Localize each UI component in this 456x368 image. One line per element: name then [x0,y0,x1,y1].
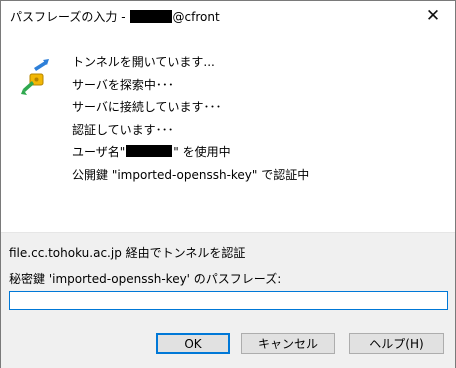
passphrase-prompt: 秘密鍵 'imported-openssh-key' のパスフレーズ: [9,272,282,286]
redacted-username [129,10,172,23]
close-icon: ✕ [425,6,441,26]
tunnel-host-text: file.cc.tohoku.ac.jp 経由でトンネルを認証 [9,246,246,260]
log-line-pubkey: 公開鍵 "imported-openssh-key" で認証中 [72,167,310,182]
user-label-prefix: ユーザ名" [72,145,126,159]
close-button[interactable]: ✕ [411,1,455,31]
window-title-suffix: @cfront [172,9,220,24]
cancel-button[interactable]: キャンセル [241,333,335,354]
log-line-user: ユーザ名" " を使用中 [72,141,309,164]
passphrase-dialog: パスフレーズの入力 - @cfront ✕ トンネルを開いています... サーバ… [0,0,456,368]
connection-log: トンネルを開いています... サーバを探索中･･･ サーバに接続しています･･･… [72,51,309,186]
title-bar: パスフレーズの入力 - @cfront ✕ [1,1,455,31]
ok-button[interactable]: OK [156,333,230,354]
log-line: サーバに接続しています･･･ [72,100,222,114]
log-line: トンネルを開いています... [72,55,215,69]
user-label-suffix: " を使用中 [173,145,231,159]
log-line: サーバを探索中･･･ [72,77,174,92]
help-button[interactable]: ヘルプ(H) [349,333,444,354]
passphrase-panel: file.cc.tohoku.ac.jp 経由でトンネルを認証 秘密鍵 'imp… [1,232,455,368]
passphrase-input[interactable] [9,291,448,310]
redacted-username [126,145,173,157]
keys-arrows-icon [20,59,50,99]
log-line: 認証しています･･･ [72,122,174,137]
window-title: パスフレーズの入力 - @cfront [10,8,220,25]
window-title-prefix: パスフレーズの入力 - [10,10,126,24]
